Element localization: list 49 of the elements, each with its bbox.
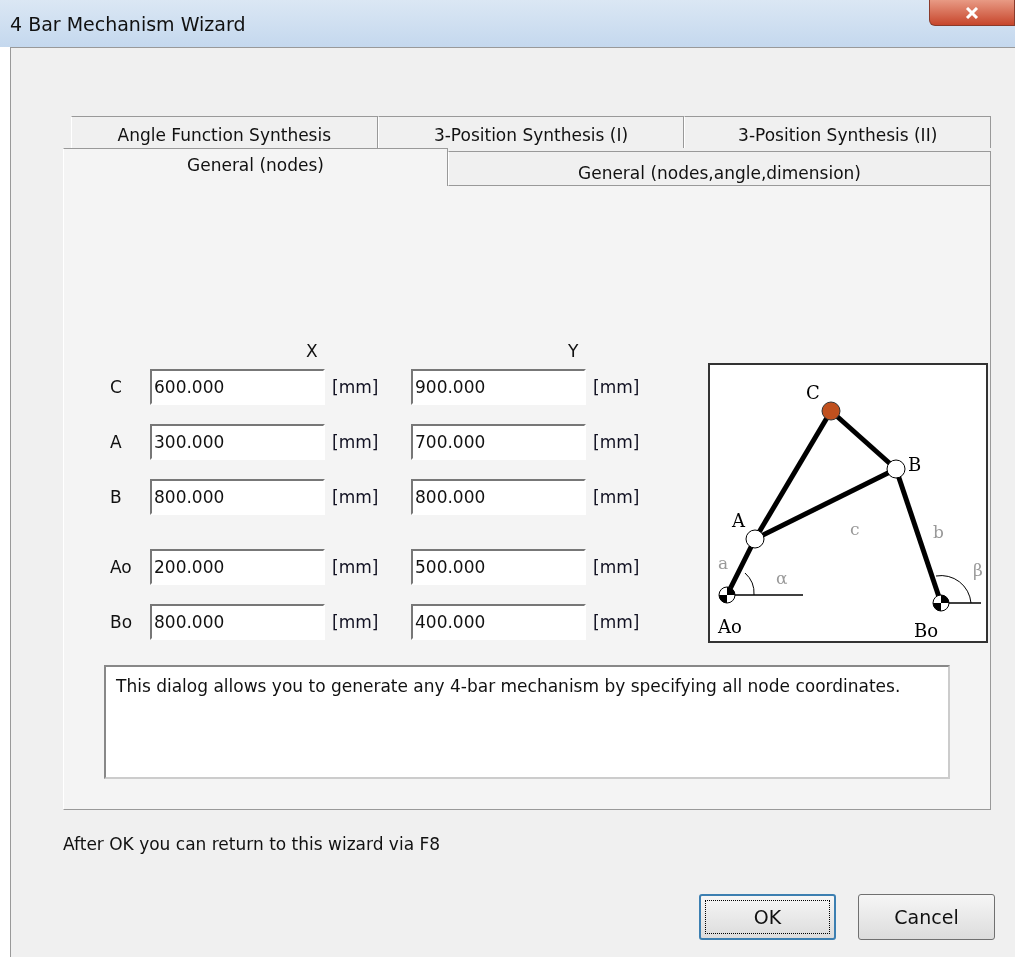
y-coordinate-field[interactable]: 500.000 (411, 549, 586, 585)
column-header: Y (568, 341, 579, 361)
y-coordinate-field[interactable]: 800.000 (411, 479, 586, 515)
tab[interactable]: 3-Position Synthesis (II) (684, 116, 991, 148)
unit-label: [mm] (592, 377, 641, 397)
unit-label: [mm] (331, 557, 380, 577)
angle-label: β (973, 560, 983, 580)
angle-label: α (776, 568, 788, 588)
description-box: This dialog allows you to generate any 4-bar mechanism by specifying all node coordinates. (104, 665, 950, 779)
unit-label: [mm] (592, 487, 641, 507)
node-label: A (732, 510, 745, 531)
unit-label: [mm] (331, 612, 380, 632)
tab[interactable]: General (nodes) (63, 148, 448, 186)
node-label: C (109, 377, 123, 397)
node-label: B (908, 454, 922, 475)
unit-label: [mm] (592, 432, 641, 452)
unit-label: [mm] (331, 487, 380, 507)
node-label: B (109, 487, 123, 507)
dialog-button[interactable]: OK (699, 894, 836, 940)
column-header: X (306, 341, 318, 361)
unit-label: [mm] (331, 377, 380, 397)
node-label: A (109, 432, 123, 452)
window-title: 4 Bar Mechanism Wizard (9, 12, 246, 35)
node-label: Bo (109, 612, 134, 632)
y-coordinate-field[interactable]: 400.000 (411, 604, 586, 640)
node-label: Ao (718, 616, 742, 637)
unit-label: [mm] (331, 432, 380, 452)
y-coordinate-field[interactable]: 700.000 (411, 424, 586, 460)
node-label: C (806, 382, 820, 403)
x-coordinate-field[interactable]: 800.000 (150, 479, 325, 515)
close-button[interactable] (929, 0, 1015, 26)
link-label: b (933, 522, 944, 542)
unit-label: [mm] (592, 612, 641, 632)
x-coordinate-field[interactable]: 800.000 (150, 604, 325, 640)
y-coordinate-field[interactable]: 900.000 (411, 369, 586, 405)
node-label: Ao (109, 557, 133, 577)
x-coordinate-field[interactable]: 300.000 (150, 424, 325, 460)
tab[interactable]: Angle Function Synthesis (71, 116, 378, 148)
close-icon (965, 6, 979, 19)
tab[interactable]: General (nodes,angle,dimension) (448, 151, 991, 186)
x-coordinate-field[interactable]: 200.000 (150, 549, 325, 585)
hint-text: After OK you can return to this wizard via F8 (63, 834, 442, 854)
x-coordinate-field[interactable]: 600.000 (150, 369, 325, 405)
node-label: Bo (914, 620, 939, 641)
link-label: a (718, 553, 729, 573)
dialog-button[interactable]: Cancel (858, 894, 995, 940)
link-label: c (850, 519, 860, 539)
unit-label: [mm] (592, 557, 641, 577)
tab[interactable]: 3-Position Synthesis (I) (377, 116, 685, 148)
